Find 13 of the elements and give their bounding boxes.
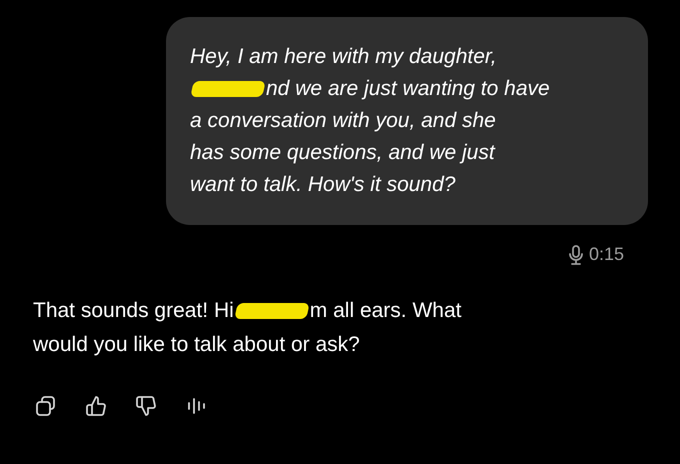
microphone-icon (568, 244, 583, 264)
message-text: would you like to talk about or ask? (33, 332, 360, 358)
message-text: has some questions, and we just (190, 140, 495, 166)
thumbs-down-button[interactable] (134, 394, 158, 418)
message-text: Hey, I am here with my daughter, (190, 44, 497, 70)
message-text: a conversation with you, and she (190, 108, 496, 134)
message-text: That sounds great! Hi (33, 298, 234, 324)
message-text: m all ears. What (310, 298, 462, 324)
thumbs-up-button[interactable] (84, 394, 108, 418)
copy-button[interactable] (34, 394, 58, 418)
voice-duration: 0:15 (588, 243, 624, 266)
message-text: nd we are just wanting to have (266, 76, 550, 102)
message-text: want to talk. How's it sound? (190, 172, 456, 198)
